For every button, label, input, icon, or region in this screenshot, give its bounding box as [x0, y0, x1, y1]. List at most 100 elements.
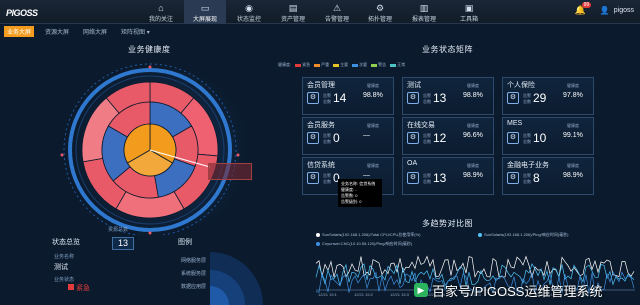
card-total-label: 总数	[523, 179, 531, 184]
matrix-legend-item-5: 正常	[390, 62, 405, 68]
tooltip-line-3: 告警级别: 0	[341, 199, 362, 204]
matrix-legend-swatch-1	[314, 63, 321, 67]
legend-item-data: 数据应用层	[181, 284, 207, 290]
legend-item-system: 系统服务层	[181, 271, 207, 277]
nav-label-7: 工具箱	[459, 17, 478, 23]
server-icon: ⚙	[307, 132, 319, 144]
card-total-label: 总数	[323, 139, 331, 144]
watermark-text: 百家号/PIGOSS运维管理系统	[432, 284, 603, 299]
matrix-legend-swatch-0	[295, 63, 302, 67]
state-indicator	[68, 284, 74, 290]
matrix-card[interactable]: 个人保险 ⚙ 告警 总数 29 健康度 97.8%	[502, 77, 594, 115]
card-title: 会员服务	[307, 122, 335, 129]
card-health-value: 99.1%	[563, 132, 583, 139]
card-title: MES	[507, 120, 523, 127]
nav-item-6[interactable]: ▥ 报表管理	[402, 0, 446, 24]
card-title: OA	[407, 160, 418, 167]
trend-title: 多趋势对比图	[422, 219, 473, 228]
nav-label-3: 资产管理	[280, 17, 305, 23]
nav-icon-1: ▭	[200, 3, 210, 13]
bell-icon[interactable]: 🔔 99	[575, 2, 592, 16]
server-icon: ⚙	[507, 172, 519, 184]
trend-legend-item-2[interactable]: Cnyunwei.CNC(10.10.55.120)/Ping/响应时间(毫秒)	[316, 241, 412, 247]
matrix-card[interactable]: OA ⚙ 告警 总数 13 健康度 98.9%	[402, 157, 494, 195]
matrix-card[interactable]: 在线交易 ⚙ 告警 总数 12 健康度 96.6%	[402, 117, 494, 155]
state-value: 紧急	[76, 285, 90, 292]
card-health-label: 健康度	[467, 163, 479, 168]
matrix-legend-swatch-2	[333, 63, 340, 67]
nav-item-7[interactable]: ▣ 工具箱	[448, 0, 490, 24]
ring-marker-2	[148, 65, 152, 69]
brand-logo[interactable]: PIGOSS	[6, 5, 38, 19]
biz-name-label: 业务名称	[54, 254, 75, 260]
status-title: 状态总览	[52, 239, 80, 246]
subtab-2[interactable]: 网络大屏	[80, 26, 110, 37]
server-icon: ⚙	[407, 132, 419, 144]
server-icon: ⚙	[507, 92, 519, 104]
layer-quarter-graphic	[210, 252, 263, 305]
trend-legend-label-0: SunSolaris(192.168.1.206)/Total CPU/CPU总…	[322, 232, 421, 237]
card-title: 金融电子业务	[507, 162, 549, 169]
card-total-label: 总数	[423, 139, 431, 144]
card-count: 14	[333, 91, 347, 105]
card-total-label: 总数	[423, 179, 431, 184]
card-count: 10	[533, 131, 547, 145]
nav-icon-3: ▤	[288, 3, 298, 13]
nav-item-4[interactable]: ⚠ 告警管理	[316, 0, 358, 24]
nav-label-4: 告警管理	[324, 17, 349, 23]
nav-label-0: 我的关注	[148, 17, 173, 23]
subtab-3[interactable]: 矩阵视图 ▾	[118, 26, 153, 37]
notification-badge: 99	[581, 2, 592, 8]
card-count: 13	[433, 171, 447, 185]
matrix-legend-label-5: 正常	[397, 62, 406, 67]
nav-item-1[interactable]: ▭ 大屏展现	[184, 0, 226, 24]
nav-icon-0: ⌂	[158, 3, 164, 13]
trend-x-label-0: 12/21 15:1	[318, 292, 337, 297]
trend-legend-item-1[interactable]: SunSolaris(192.168.1.206)/Ping/响应时间(毫秒)	[478, 232, 568, 238]
card-count: 12	[433, 131, 447, 145]
matrix-legend: 健康度: 紧急 严重 主要 次要 警告 正常	[278, 62, 409, 68]
nav-item-5[interactable]: ⚙ 拓扑管理	[360, 0, 400, 24]
matrix-legend-item-1: 严重	[314, 62, 329, 68]
trend-legend-item-0[interactable]: SunSolaris(192.168.1.206)/Total CPU/CPU总…	[316, 232, 420, 238]
subtab-1[interactable]: 资源大屏	[42, 26, 72, 37]
card-title: 测试	[407, 82, 421, 89]
nav-icon-6: ▥	[419, 3, 429, 13]
top-bar: PIGOSS ⌂ 我的关注 ▭ 大屏展现 ◉ 状态监控 ▤ 资产管理 ⚠ 告警管理 ⚙ 拓扑管理 ▥ 报表…	[0, 0, 640, 24]
server-icon: ⚙	[307, 172, 319, 184]
card-health-label: 健康度	[467, 123, 479, 128]
health-title: 业务健康度	[128, 45, 171, 54]
matrix-card[interactable]: 会员服务 ⚙ 告警 总数 0 健康度 —	[302, 117, 394, 155]
matrix-card[interactable]: 会员管理 ⚙ 告警 总数 14 健康度 98.8%	[302, 77, 394, 115]
card-title: 信贷系统	[307, 162, 335, 169]
trend-legend-dot-2	[316, 242, 320, 246]
state-label: 业务状态	[54, 277, 75, 283]
subtab-0[interactable]: 业务大屏	[4, 25, 35, 37]
card-health-value: —	[363, 132, 370, 139]
card-health-label: 健康度	[367, 83, 379, 88]
card-total-label: 总数	[523, 139, 531, 144]
card-title: 在线交易	[407, 122, 435, 129]
matrix-card[interactable]: MES ⚙ 告警 总数 10 健康度 99.1%	[502, 117, 594, 155]
nav-icon-2: ◉	[245, 3, 253, 13]
nav-item-0[interactable]: ⌂ 我的关注	[140, 0, 182, 24]
matrix-legend-label-0: 紧急	[302, 62, 311, 67]
card-total-label: 总数	[523, 99, 531, 104]
watermark-logo-icon: ▶	[414, 283, 428, 297]
card-health-value: —	[363, 172, 370, 179]
card-health-label: 健康度	[567, 163, 579, 168]
user-name[interactable]: pigoss	[614, 7, 634, 14]
legend-title: 图例	[178, 239, 192, 246]
nav-item-2[interactable]: ◉ 状态监控	[228, 0, 270, 24]
matrix-card[interactable]: 金融电子业务 ⚙ 告警 总数 8 健康度 98.9%	[502, 157, 594, 195]
trend-legend-label-1: SunSolaris(192.168.1.206)/Ping/响应时间(毫秒)	[484, 232, 569, 237]
matrix-legend-label-1: 严重	[321, 62, 330, 67]
matrix-legend-swatch-5	[390, 63, 397, 67]
card-health-label: 健康度	[367, 163, 379, 168]
matrix-legend-item-2: 主要	[333, 62, 348, 68]
card-health-label: 健康度	[567, 83, 579, 88]
user-area: 🔔 99 👤 pigoss	[575, 2, 634, 16]
nav-item-3[interactable]: ▤ 资产管理	[272, 0, 314, 24]
matrix-card[interactable]: 测试 ⚙ 告警 总数 13 健康度 98.8%	[402, 77, 494, 115]
card-health-label: 健康度	[567, 123, 579, 128]
